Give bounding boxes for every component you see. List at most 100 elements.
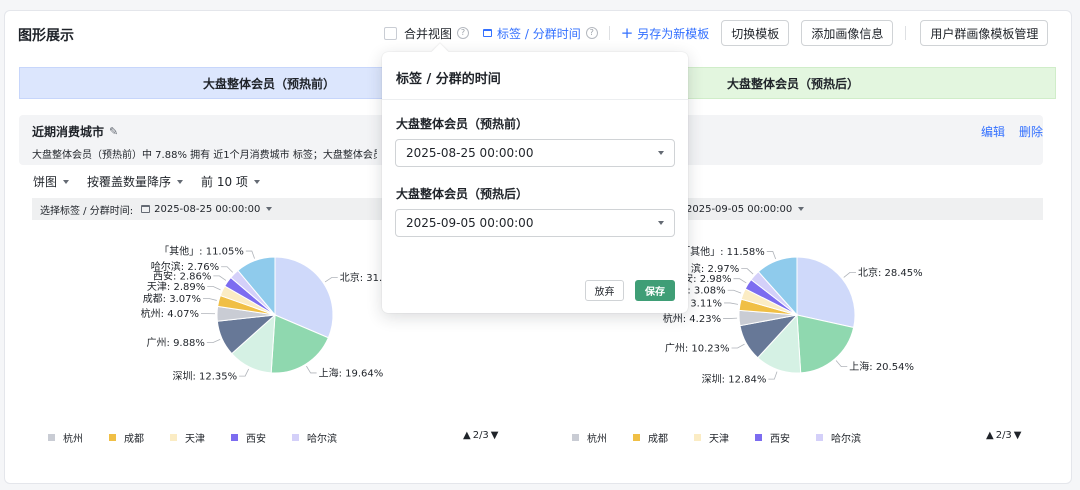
legend-item[interactable]: 成都 xyxy=(633,430,668,445)
cancel-button[interactable]: 放弃 xyxy=(585,280,624,301)
chart-controls: 饼图 按覆盖数量降序 前 10 项 xyxy=(33,173,260,190)
caret-down-icon xyxy=(658,221,664,225)
manage-templates-button[interactable]: 用户群画像模板管理 xyxy=(920,20,1049,46)
date-select-after[interactable]: 2025-09-05 00:00:00 xyxy=(395,209,675,237)
tag-time-selector-label: 选择标签 / 分群时间: xyxy=(40,205,134,217)
merge-view-checkbox[interactable] xyxy=(384,26,397,40)
legend-label: 杭州 xyxy=(587,434,607,445)
top-n-dropdown[interactable]: 前 10 项 xyxy=(201,173,260,190)
legend-swatch xyxy=(109,434,116,441)
pie-data-label: 成都: 3.07% xyxy=(143,293,201,305)
tag-time-selector-left[interactable]: 选择标签 / 分群时间: 2025-08-25 00:00:00 xyxy=(32,198,382,220)
legend-item[interactable]: 哈尔滨 xyxy=(292,430,337,445)
help-icon[interactable]: ? xyxy=(457,27,470,39)
caret-down-icon xyxy=(177,179,184,184)
pie-data-label: 天津: 2.89% xyxy=(147,281,205,293)
plus-icon: + xyxy=(620,23,634,42)
legend-item[interactable]: 成都 xyxy=(109,430,144,445)
toolbar: 合并视图 ? 标签 / 分群时间 ? + 另存为新模板 切换模板 添加画像信息 … xyxy=(384,20,1049,46)
pie-data-label: 广州: 9.88% xyxy=(147,337,205,349)
divider xyxy=(905,26,907,40)
pie-data-label: 「其他」: 11.05% xyxy=(159,245,244,258)
pie-label-line xyxy=(221,266,234,273)
pie-data-label: 滨: 2.97% xyxy=(691,262,739,275)
pie-label-line xyxy=(733,278,747,284)
pie-label-line xyxy=(843,271,856,278)
caret-down-icon xyxy=(266,207,273,211)
legend-item[interactable]: 天津 xyxy=(170,430,205,445)
popover-title: 标签 / 分群的时间 xyxy=(396,72,501,87)
pie-label-line xyxy=(835,360,848,368)
section-actions: 编辑 删除 xyxy=(981,123,1043,140)
pie-label-line xyxy=(727,289,742,294)
top-n-label: 前 10 项 xyxy=(201,175,248,189)
legend-item[interactable]: 西安 xyxy=(755,430,790,445)
pie-data-label: 哈尔滨: 2.76% xyxy=(151,260,219,273)
pie-data-label: 「其他」: 11.58% xyxy=(680,245,765,258)
pager-prev-icon[interactable]: ▲ xyxy=(986,430,994,441)
sort-label: 按覆盖数量降序 xyxy=(87,175,172,189)
calendar-icon xyxy=(141,205,151,213)
legend-swatch xyxy=(755,434,762,441)
pager-next-icon[interactable]: ▼ xyxy=(1014,430,1022,441)
pie-label-line xyxy=(324,277,338,283)
legend-swatch xyxy=(292,434,299,441)
legend-label: 哈尔滨 xyxy=(307,434,337,445)
pie-label-line xyxy=(724,302,739,305)
caret-down-icon xyxy=(253,179,260,184)
pie-data-label: 北京: 28.45% xyxy=(858,266,923,279)
save-as-template-label: 另存为新模板 xyxy=(637,26,710,41)
pie-label-line xyxy=(306,365,317,374)
caret-down-icon xyxy=(658,151,664,155)
date-select-before[interactable]: 2025-08-25 00:00:00 xyxy=(395,139,675,167)
caret-down-icon xyxy=(63,179,70,184)
date-select-value: 2025-08-25 00:00:00 xyxy=(406,146,534,160)
pager-prev-icon[interactable]: ▲ xyxy=(463,430,471,441)
legend-item[interactable]: 哈尔滨 xyxy=(816,430,861,445)
legend-swatch xyxy=(48,434,55,441)
edit-link[interactable]: 编辑 xyxy=(981,123,1005,140)
pie-chart-after: 北京: 28.45% 上海: 20.54% 深圳: 12.84% 广州: 10.23%… xyxy=(663,245,923,386)
legend-after: 杭州 成都 天津 西安 哈尔滨 xyxy=(572,430,887,445)
delete-link[interactable]: 删除 xyxy=(1019,123,1043,140)
save-button[interactable]: 保存 xyxy=(635,280,675,301)
pager-next-icon[interactable]: ▼ xyxy=(491,430,499,441)
chart-type-dropdown[interactable]: 饼图 xyxy=(33,173,70,190)
calendar-icon xyxy=(483,29,493,37)
legend-label: 哈尔滨 xyxy=(831,434,861,445)
pencil-icon[interactable]: ✎ xyxy=(109,125,118,138)
legend-swatch xyxy=(170,434,177,441)
field-label-before: 大盘整体会员（预热前） xyxy=(396,117,529,131)
sort-dropdown[interactable]: 按覆盖数量降序 xyxy=(87,173,184,190)
legend-item[interactable]: 杭州 xyxy=(48,430,83,445)
pie-data-label: 杭州: 4.07% xyxy=(141,307,199,320)
tag-time-selector-right[interactable]: 2025-09-05 00:00:00 xyxy=(680,198,1043,220)
legend-swatch xyxy=(633,434,640,441)
pie-label-line xyxy=(207,286,221,291)
legend-item[interactable]: 西安 xyxy=(231,430,266,445)
legend-before: 杭州 成都 天津 西安 哈尔滨 xyxy=(48,430,363,445)
tag-time-selector-value: 2025-09-05 00:00:00 xyxy=(686,203,793,215)
legend-item[interactable]: 杭州 xyxy=(572,430,607,445)
legend-item[interactable]: 天津 xyxy=(694,430,729,445)
section-title: 近期消费城市 xyxy=(32,125,105,139)
add-portrait-info-button[interactable]: 添加画像信息 xyxy=(801,20,894,46)
caret-down-icon xyxy=(798,207,805,211)
pie-label-line xyxy=(213,275,227,281)
switch-template-button[interactable]: 切换模板 xyxy=(721,20,790,46)
tag-time-button[interactable]: 标签 / 分群时间 xyxy=(483,25,581,42)
legend-swatch xyxy=(231,434,238,441)
pie-label-line xyxy=(766,251,777,260)
legend-swatch xyxy=(694,434,701,441)
pager-text: 2/3 xyxy=(472,430,489,441)
merge-view-label: 合并视图 xyxy=(404,26,453,41)
legend-pager-after: ▲ 2/3 ▼ xyxy=(986,430,1022,441)
help-icon[interactable]: ? xyxy=(585,27,598,39)
save-as-template-button[interactable]: + 另存为新模板 xyxy=(621,25,710,42)
legend-label: 天津 xyxy=(185,434,205,445)
section-description: 大盘整体会员（预热前）中 7.88% 拥有 近1个月消费城市 标签；大盘整体会员 xyxy=(32,150,377,161)
legend-label: 西安 xyxy=(246,434,266,445)
legend-label: 杭州 xyxy=(63,434,83,445)
pie-label-line xyxy=(206,338,221,343)
pager-text: 2/3 xyxy=(995,430,1012,441)
